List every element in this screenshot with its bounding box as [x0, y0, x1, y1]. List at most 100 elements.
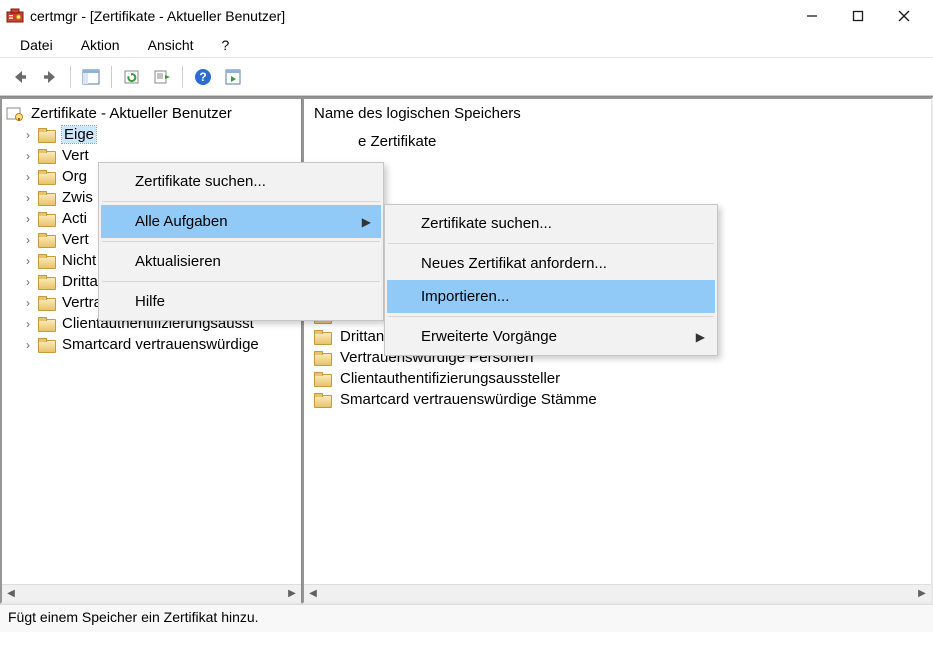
- help-button[interactable]: ?: [189, 63, 217, 91]
- scroll-left-icon[interactable]: ◀: [304, 586, 322, 602]
- cert-store-icon: [6, 106, 24, 122]
- show-hide-tree-button[interactable]: [77, 63, 105, 91]
- folder-icon: [38, 296, 56, 310]
- properties-button[interactable]: [219, 63, 247, 91]
- tree-item-label: Acti: [62, 210, 87, 227]
- title-bar: certmgr - [Zertifikate - Aktueller Benut…: [0, 0, 933, 32]
- expand-icon[interactable]: ›: [20, 170, 36, 184]
- submenu-arrow-icon: ▶: [696, 330, 705, 344]
- menu-help[interactable]: ?: [208, 35, 244, 55]
- list-item-label: e Zertifikate: [358, 133, 436, 150]
- folder-icon: [38, 128, 56, 142]
- menu-bar: Datei Aktion Ansicht ?: [0, 32, 933, 58]
- submenu-find-certificates[interactable]: Zertifikate suchen...: [387, 207, 715, 240]
- tree-root[interactable]: Zertifikate - Aktueller Benutzer: [2, 103, 301, 124]
- svg-text:?: ?: [199, 70, 206, 84]
- tree-item-label: Vert: [62, 147, 89, 164]
- toolbar-separator: [111, 66, 112, 88]
- menu-item-label: Importieren...: [421, 288, 509, 305]
- expand-icon[interactable]: ›: [20, 191, 36, 205]
- context-menu: Zertifikate suchen... Alle Aufgaben ▶ Akt…: [98, 162, 384, 321]
- list-item-label: Clientauthentifizierungsaussteller: [340, 370, 560, 387]
- toolbar: ?: [0, 58, 933, 96]
- expand-icon[interactable]: ›: [20, 254, 36, 268]
- horizontal-scrollbar[interactable]: ◀ ▶: [2, 584, 301, 602]
- window-title: certmgr - [Zertifikate - Aktueller Benut…: [30, 8, 789, 24]
- tree-item[interactable]: › Smartcard vertrauenswürdige: [2, 334, 301, 355]
- folder-icon: [38, 149, 56, 163]
- folder-icon: [38, 338, 56, 352]
- submenu-request-new-certificate[interactable]: Neues Zertifikat anfordern...: [387, 247, 715, 280]
- list-body[interactable]: e Zertifikate würdige Stammzertifizierun…: [304, 129, 931, 584]
- expand-icon[interactable]: ›: [20, 317, 36, 331]
- menu-help[interactable]: Hilfe: [101, 285, 381, 318]
- tree-item-label: Zwis: [62, 189, 93, 206]
- menu-view[interactable]: Ansicht: [134, 35, 208, 55]
- expand-icon[interactable]: ›: [20, 128, 36, 142]
- expand-icon[interactable]: ›: [20, 149, 36, 163]
- menu-item-label: Aktualisieren: [135, 253, 221, 270]
- menu-item-label: Neues Zertifikat anfordern...: [421, 255, 607, 272]
- back-button[interactable]: [6, 63, 34, 91]
- toolbar-separator: [70, 66, 71, 88]
- folder-icon: [314, 372, 332, 386]
- menu-refresh[interactable]: Aktualisieren: [101, 245, 381, 278]
- scroll-track[interactable]: [322, 586, 913, 602]
- forward-button[interactable]: [36, 63, 64, 91]
- submenu-arrow-icon: ▶: [362, 215, 371, 229]
- tree-item-label: Vert: [62, 231, 89, 248]
- maximize-button[interactable]: [835, 1, 881, 31]
- folder-icon: [38, 191, 56, 205]
- expand-icon[interactable]: ›: [20, 233, 36, 247]
- scroll-right-icon[interactable]: ▶: [913, 586, 931, 602]
- menu-file[interactable]: Datei: [6, 35, 67, 55]
- menu-separator: [388, 243, 714, 244]
- expand-icon[interactable]: ›: [20, 338, 36, 352]
- tree-item-label: Smartcard vertrauenswürdige: [62, 336, 259, 353]
- tree-item-label: Org: [62, 168, 87, 185]
- list-item[interactable]: e Zertifikate: [304, 131, 931, 152]
- window-buttons: [789, 1, 927, 31]
- expand-icon[interactable]: ›: [20, 212, 36, 226]
- list-item[interactable]: Smartcard vertrauenswürdige Stämme: [304, 389, 931, 410]
- context-submenu-all-tasks: Zertifikate suchen... Neues Zertifikat a…: [384, 204, 718, 356]
- menu-item-label: Alle Aufgaben: [135, 213, 228, 230]
- horizontal-scrollbar[interactable]: ◀ ▶: [304, 584, 931, 602]
- folder-icon: [38, 254, 56, 268]
- scroll-left-icon[interactable]: ◀: [2, 586, 20, 602]
- folder-icon: [314, 393, 332, 407]
- expand-icon[interactable]: ›: [20, 296, 36, 310]
- expand-icon[interactable]: ›: [20, 275, 36, 289]
- menu-separator: [388, 316, 714, 317]
- menu-action[interactable]: Aktion: [67, 35, 134, 55]
- tree-item-label: Eige: [62, 126, 96, 143]
- scroll-track[interactable]: [20, 586, 283, 602]
- menu-all-tasks[interactable]: Alle Aufgaben ▶: [101, 205, 381, 238]
- folder-icon: [38, 212, 56, 226]
- refresh-button[interactable]: [118, 63, 146, 91]
- list-column-header[interactable]: Name des logischen Speichers: [304, 99, 931, 129]
- list-item[interactable]: Clientauthentifizierungsaussteller: [304, 368, 931, 389]
- tree-item[interactable]: › Eige: [2, 124, 301, 145]
- folder-icon: [38, 170, 56, 184]
- menu-item-label: Zertifikate suchen...: [135, 173, 266, 190]
- folder-icon: [314, 351, 332, 365]
- menu-find-certificates[interactable]: Zertifikate suchen...: [101, 165, 381, 198]
- status-text: Fügt einem Speicher ein Zertifikat hinzu…: [8, 609, 259, 625]
- export-list-button[interactable]: [148, 63, 176, 91]
- folder-icon: [38, 275, 56, 289]
- submenu-advanced-operations[interactable]: Erweiterte Vorgänge ▶: [387, 320, 715, 353]
- scroll-right-icon[interactable]: ▶: [283, 586, 301, 602]
- status-bar: Fügt einem Speicher ein Zertifikat hinzu…: [0, 604, 933, 632]
- menu-item-label: Erweiterte Vorgänge: [421, 328, 557, 345]
- folder-icon: [314, 330, 332, 344]
- close-button[interactable]: [881, 1, 927, 31]
- minimize-button[interactable]: [789, 1, 835, 31]
- menu-separator: [102, 241, 380, 242]
- toolbar-separator: [182, 66, 183, 88]
- folder-icon: [38, 233, 56, 247]
- menu-separator: [102, 201, 380, 202]
- submenu-import[interactable]: Importieren...: [387, 280, 715, 313]
- tree-root-label: Zertifikate - Aktueller Benutzer: [31, 105, 232, 122]
- list-item-label: Smartcard vertrauenswürdige Stämme: [340, 391, 597, 408]
